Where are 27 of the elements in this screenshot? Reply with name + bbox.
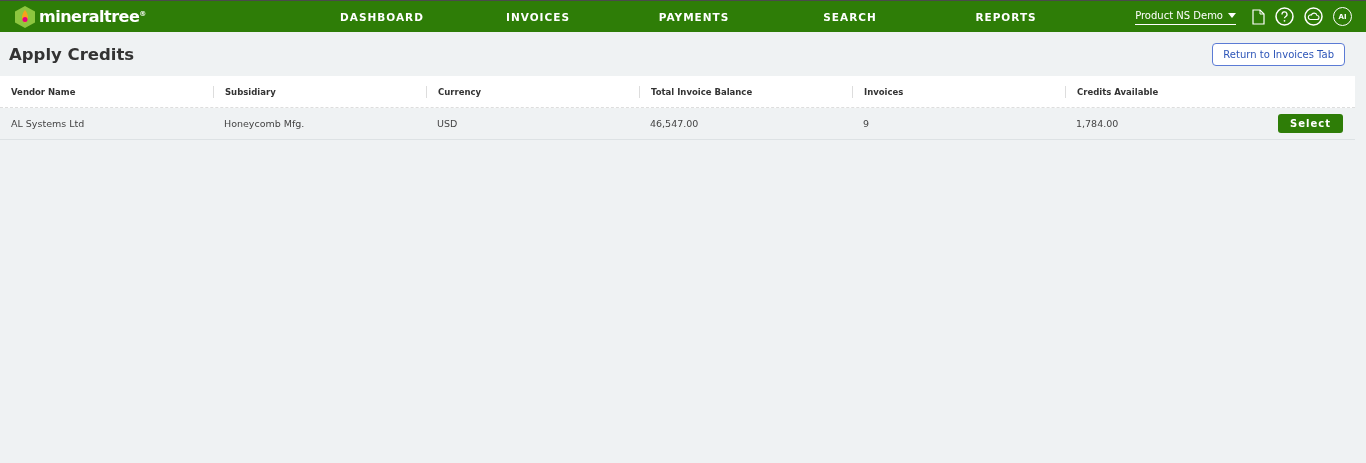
table-cell-text: 9 — [862, 118, 871, 129]
table-cell-text: USD — [436, 118, 459, 129]
document-icon[interactable] — [1252, 8, 1265, 25]
table-cell-text: Honeycomb Mfg. — [223, 118, 306, 129]
column-header: Total Invoice Balance — [639, 85, 852, 98]
nav-link[interactable]: PAYMENTS — [616, 10, 772, 23]
flame-logo-icon — [14, 4, 36, 29]
column-header: Credits Available — [1065, 85, 1355, 98]
nav-link[interactable]: INVOICES — [460, 10, 616, 23]
nav-link[interactable]: SEARCH — [772, 10, 928, 23]
nav-link[interactable]: REPORTS — [928, 10, 1084, 23]
brand-name: mineraltree$^{®}$ — [39, 7, 146, 26]
column-header: Subsidiary — [213, 85, 426, 98]
select-button[interactable]: Select — [1278, 114, 1343, 133]
column-header: Currency — [426, 85, 639, 98]
cloud-icon[interactable] — [1304, 7, 1323, 26]
page-title: Apply Credits — [9, 44, 135, 64]
return-button[interactable]: Return to Invoices Tab — [1212, 42, 1345, 66]
table-cell-text: 46,547.00 — [649, 118, 700, 129]
table-cell-text: AL Systems Ltd — [10, 118, 86, 129]
table-cell-text: 1,784.00 — [1075, 118, 1119, 129]
help-icon[interactable] — [1275, 7, 1294, 26]
column-header: Invoices — [852, 85, 1065, 98]
column-header: Vendor Name — [10, 85, 77, 98]
caret-icon — [1228, 13, 1236, 18]
account-dropdown[interactable]: Product NS Demo — [1135, 8, 1236, 25]
nav-link[interactable]: DASHBOARD — [304, 10, 460, 23]
